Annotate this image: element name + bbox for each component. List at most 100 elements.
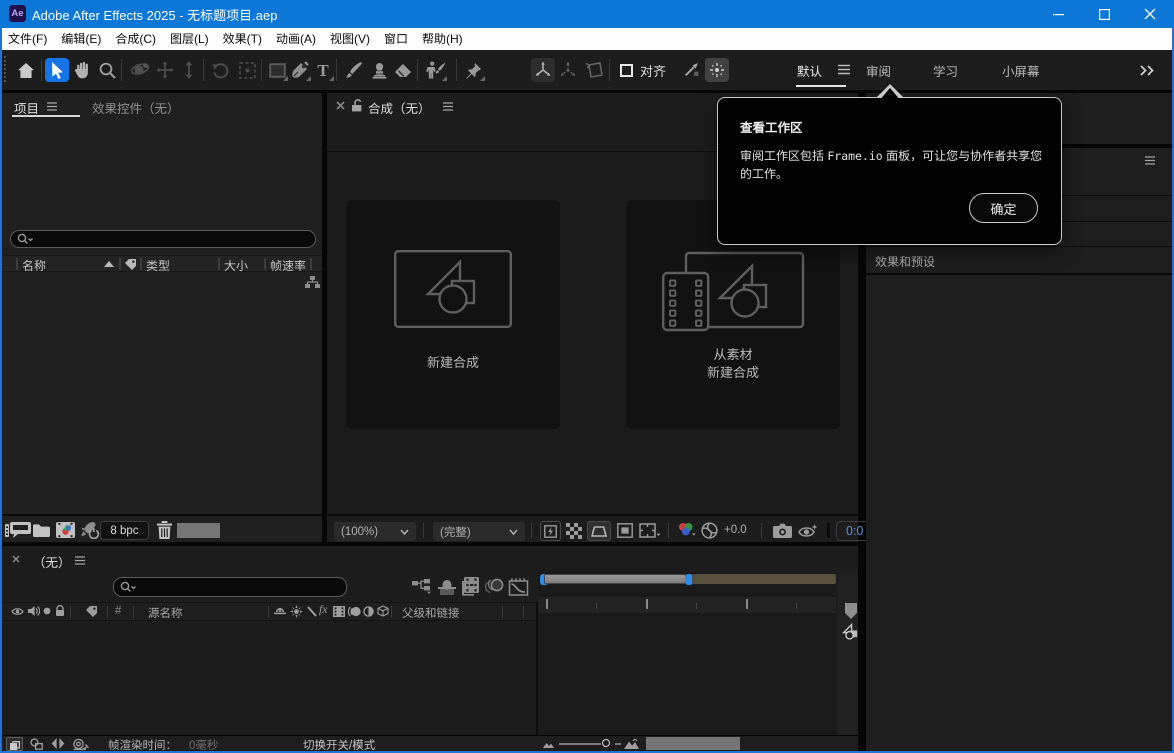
tab-effect-controls[interactable]: 效果控件（无）	[92, 98, 180, 117]
sort-ascending-icon[interactable]	[104, 261, 114, 267]
fast-previews-button[interactable]	[540, 521, 561, 541]
tab-timeline[interactable]: （无）	[33, 552, 71, 571]
local-axis-mode-button[interactable]	[531, 58, 555, 82]
zoom-in-mountain-icon[interactable]	[624, 739, 639, 749]
snap-mode-button[interactable]	[705, 58, 729, 82]
timeline-zoom-knob[interactable]	[602, 739, 610, 747]
collapse-icon[interactable]	[290, 605, 303, 618]
lock-icon[interactable]	[55, 605, 65, 617]
frame-blending-icon[interactable]	[461, 577, 479, 596]
workspace-tab-review[interactable]: 审阅	[866, 57, 891, 83]
roto-brush-tool-button[interactable]	[424, 58, 448, 82]
panel-menu-icon[interactable]	[442, 102, 454, 111]
motion-blur-icon[interactable]	[485, 578, 504, 595]
orbit-camera-tool-button[interactable]	[128, 58, 152, 82]
frame-blend-switch-icon[interactable]	[333, 606, 345, 617]
adjustment-layer-icon[interactable]	[363, 606, 374, 617]
new-composition-icon[interactable]	[56, 522, 75, 538]
maximize-button[interactable]	[1081, 0, 1127, 28]
dolly-camera-tool-button[interactable]	[177, 58, 201, 82]
view-axis-mode-button[interactable]	[582, 58, 606, 82]
transfer-controls-icon[interactable]	[30, 738, 43, 750]
color-depth-button[interactable]: 8 bpc	[100, 521, 149, 540]
menu-composition[interactable]: 合成(C)	[108, 28, 163, 50]
menu-help[interactable]: 帮助(H)	[415, 28, 470, 50]
popup-ok-button[interactable]: 确定	[969, 193, 1038, 223]
type-tool-button[interactable]: T	[311, 58, 335, 82]
clone-stamp-tool-button[interactable]	[367, 58, 391, 82]
menu-file[interactable]: 文件(F)	[1, 28, 54, 50]
panel-menu-icon[interactable]	[46, 102, 58, 111]
menu-animation[interactable]: 动画(A)	[269, 28, 323, 50]
menu-window[interactable]: 窗口	[377, 28, 415, 50]
puppet-pin-tool-button[interactable]	[462, 58, 486, 82]
expand-layer-switches-button[interactable]	[6, 737, 23, 751]
brush-tool-button[interactable]	[342, 58, 366, 82]
show-snapshot-icon[interactable]	[798, 523, 819, 539]
timeline-layer-area[interactable]	[2, 621, 536, 735]
motion-blur-switch-icon[interactable]	[348, 606, 361, 617]
zoom-out-mountain-icon[interactable]	[543, 741, 554, 748]
unlock-icon[interactable]	[351, 99, 363, 112]
transparency-grid-icon[interactable]	[566, 523, 582, 539]
world-axis-mode-button[interactable]	[556, 58, 580, 82]
channels-icon[interactable]	[677, 522, 697, 539]
resolution-dropdown[interactable]: (完整)	[433, 522, 525, 541]
timeline-ruler-divider[interactable]	[536, 602, 538, 735]
minimize-button[interactable]	[1035, 0, 1081, 28]
rotate-tool-button[interactable]	[209, 58, 233, 82]
three-d-icon[interactable]	[377, 605, 389, 617]
new-folder-icon[interactable]	[33, 524, 50, 537]
render-engine-icon[interactable]	[79, 521, 101, 539]
column-source-name[interactable]: 源名称	[148, 605, 183, 621]
comp-flowchart-icon[interactable]	[412, 579, 434, 595]
timeline-zoom-slider[interactable]	[559, 743, 601, 745]
hand-tool-button[interactable]	[70, 58, 94, 82]
home-button[interactable]	[14, 58, 38, 82]
guides-options-icon[interactable]	[639, 523, 661, 539]
pan-behind-tool-button[interactable]	[235, 58, 259, 82]
close-button[interactable]	[1127, 0, 1173, 28]
project-search-input[interactable]	[10, 230, 316, 248]
column-parent-link[interactable]: 父级和链接	[402, 605, 460, 621]
comp-button-icon[interactable]	[841, 623, 859, 641]
render-time-pane-icon[interactable]	[72, 738, 89, 750]
project-flowchart-icon[interactable]	[305, 276, 320, 289]
audio-speaker-icon[interactable]	[28, 605, 40, 617]
quality-icon[interactable]	[307, 606, 317, 617]
fx-icon[interactable]: fx	[319, 604, 327, 616]
menu-edit[interactable]: 编辑(E)	[54, 28, 108, 50]
workspace-menu-button[interactable]	[837, 64, 851, 75]
panel-menu-icon[interactable]	[74, 556, 86, 565]
in-out-panes-icon[interactable]	[51, 738, 65, 749]
menu-effect[interactable]: 效果(T)	[216, 28, 269, 50]
panel-menu-icon[interactable]	[1144, 156, 1156, 165]
snapshot-icon[interactable]	[773, 523, 792, 538]
column-size[interactable]: 大小	[224, 257, 248, 274]
column-type[interactable]: 类型	[146, 257, 170, 274]
workspace-overflow-button[interactable]	[1139, 65, 1155, 76]
eraser-tool-button[interactable]	[391, 58, 415, 82]
snap-edge-button[interactable]	[679, 58, 703, 82]
exposure-value[interactable]: +0.0	[724, 524, 747, 536]
tab-composition[interactable]: 合成（无）	[368, 98, 431, 117]
snap-checkbox[interactable]	[620, 64, 633, 77]
pen-tool-button[interactable]	[288, 58, 312, 82]
timeline-search-input[interactable]	[113, 577, 347, 597]
shy-icon[interactable]	[274, 606, 286, 618]
workspace-tab-learn[interactable]: 学习	[933, 57, 958, 83]
column-number[interactable]: #	[115, 605, 121, 617]
label-tag-icon[interactable]	[85, 605, 98, 618]
label-column-icon[interactable]	[124, 258, 137, 271]
mask-visibility-button[interactable]	[587, 521, 611, 541]
menu-layer[interactable]: 图层(L)	[163, 28, 216, 50]
menu-view[interactable]: 视图(V)	[323, 28, 377, 50]
toolbar-drag-handle[interactable]	[4, 56, 9, 84]
draft-3d-icon[interactable]	[438, 578, 456, 595]
interpret-footage-icon[interactable]	[5, 522, 31, 538]
effects-presets-panel-tab[interactable]: 效果和预设	[875, 253, 935, 270]
close-tab-icon[interactable]	[336, 101, 345, 110]
zoom-tool-button[interactable]	[95, 58, 119, 82]
new-composition-card[interactable]: 新建合成	[346, 200, 560, 429]
magnification-dropdown[interactable]: (100%)	[334, 522, 416, 541]
